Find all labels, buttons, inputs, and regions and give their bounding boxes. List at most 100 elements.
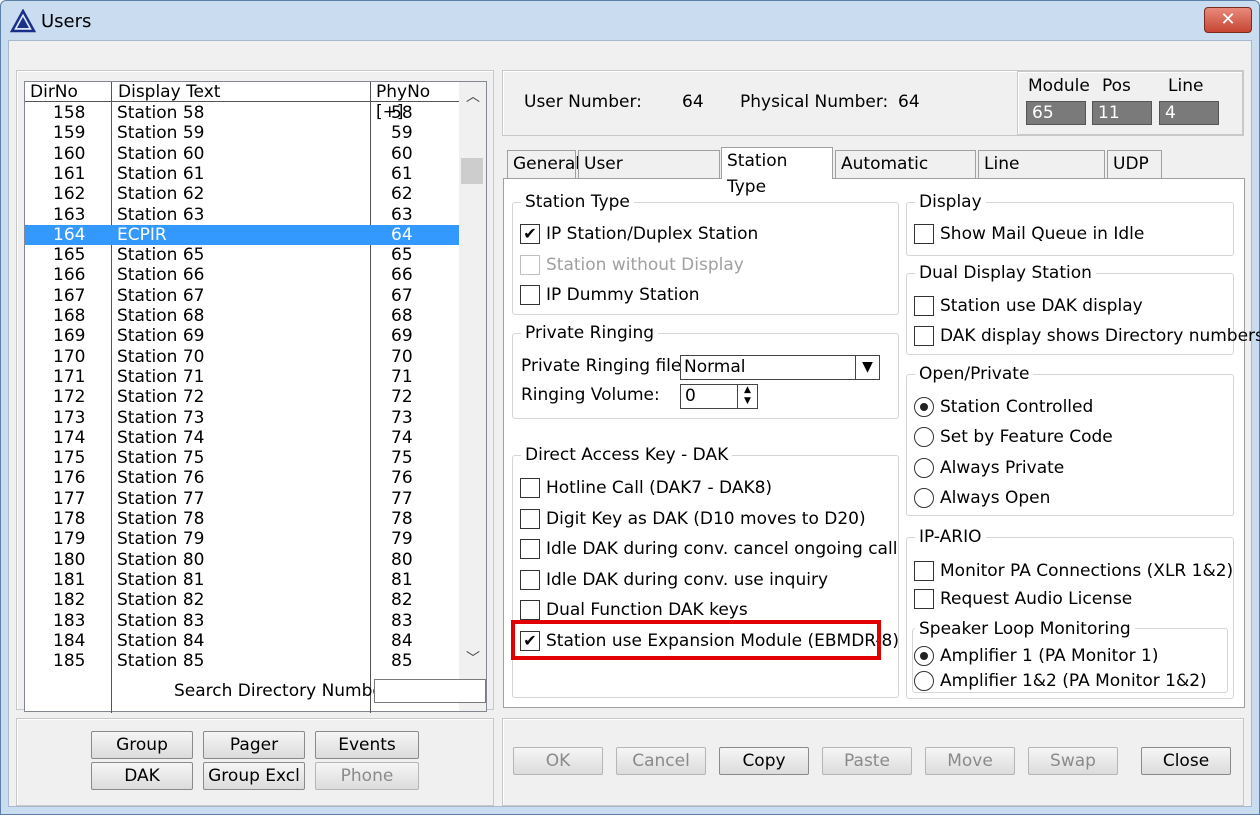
move-button[interactable]: Move (925, 747, 1015, 775)
tab-udp[interactable]: UDP (1107, 150, 1162, 178)
use-dak-display-checkbox[interactable] (914, 296, 934, 316)
ip-ario-title: IP-ARIO (915, 527, 986, 547)
ip-station-duplex-checkbox[interactable]: ✔ (520, 224, 540, 244)
list-item[interactable]: 165 Station 65 65 (25, 245, 459, 265)
list-item[interactable]: 168 Station 68 68 (25, 306, 459, 326)
tab-automatic-search[interactable]: Automatic Search (835, 150, 976, 200)
list-item[interactable]: 173 Station 73 73 (25, 408, 459, 428)
list-item[interactable]: 185 Station 85 85 (25, 651, 459, 671)
dirno-cell: 160 (53, 143, 86, 164)
monitor-pa-checkbox[interactable] (914, 561, 934, 581)
header-phyno[interactable]: PhyNo [+] (371, 82, 459, 122)
dak-option-checkbox[interactable] (520, 569, 540, 590)
copy-button[interactable]: Copy (719, 747, 809, 775)
physical-number-label: Physical Number: (740, 92, 889, 112)
list-item[interactable]: 182 Station 82 82 (25, 590, 459, 610)
list-item[interactable]: 158 Station 58 58 (25, 103, 459, 123)
tab-user-preferences[interactable]: User Preferences (578, 150, 720, 200)
user-list[interactable]: DirNo Display Text PhyNo [+] 158 Station … (24, 81, 487, 713)
group-button[interactable]: Group (91, 731, 193, 759)
dak-shows-dir-checkbox[interactable] (914, 326, 934, 346)
dak-option-checkbox[interactable] (520, 539, 540, 559)
speaker-loop-title: Speaker Loop Monitoring (915, 619, 1135, 639)
display-text-cell: Station 83 (117, 610, 205, 631)
dak-option-checkbox[interactable] (520, 478, 540, 498)
list-item[interactable]: 184 Station 84 84 (25, 631, 459, 651)
list-item[interactable]: 179 Station 79 79 (25, 529, 459, 549)
list-item[interactable]: 166 Station 66 66 (25, 265, 459, 285)
phyno-cell: 83 (391, 610, 413, 631)
dak-option-checkbox[interactable] (520, 508, 540, 529)
list-item[interactable]: 175 Station 75 75 (25, 448, 459, 468)
tab-general[interactable]: General (507, 150, 580, 178)
scroll-down-icon[interactable]: ﹀ (466, 648, 480, 668)
phone-button[interactable]: Phone (315, 762, 419, 790)
ringing-volume-spinner[interactable]: 0 ▲ ▼ (680, 384, 758, 409)
user-number-value: 64 (682, 92, 704, 112)
search-directory-input[interactable] (374, 679, 486, 703)
radio-label: Station Controlled (940, 397, 1094, 417)
list-item[interactable]: 161 Station 61 61 (25, 164, 459, 184)
dak-option-checkbox[interactable] (520, 600, 540, 620)
title-bar[interactable]: Users ✕ (1, 1, 1259, 43)
list-item[interactable]: 159 Station 59 59 (25, 123, 459, 143)
close-button[interactable]: Close (1141, 747, 1231, 775)
dirno-cell: 168 (53, 306, 86, 326)
paste-button[interactable]: Paste (822, 747, 912, 775)
dirno-cell: 176 (53, 468, 86, 489)
window-close-button[interactable]: ✕ (1204, 7, 1252, 33)
scroll-thumb[interactable] (461, 158, 483, 184)
group-excl-button[interactable]: Group Excl (203, 762, 305, 790)
list-item[interactable]: 167 Station 67 67 (25, 286, 459, 306)
list-item[interactable]: 174 Station 74 74 (25, 428, 459, 448)
list-item[interactable]: 178 Station 78 78 (25, 509, 459, 529)
list-item[interactable]: 164 ECPIR 64 (25, 224, 459, 246)
list-item[interactable]: 171 Station 71 71 (25, 367, 459, 387)
private-ringing-file-select[interactable]: Normal ▼ (680, 355, 880, 380)
scroll-up-icon[interactable]: ︿ (466, 86, 480, 106)
request-audio-checkbox[interactable] (914, 589, 934, 609)
display-title: Display (915, 192, 986, 212)
module-position-group: Module Pos Line 65 11 4 (1017, 71, 1243, 135)
pager-button[interactable]: Pager (203, 731, 305, 759)
list-item[interactable]: 183 Station 83 83 (25, 611, 459, 631)
list-item[interactable]: 169 Station 69 69 (25, 326, 459, 346)
ok-button[interactable]: OK (513, 747, 603, 775)
list-scrollbar[interactable]: ︿ ﹀ (459, 82, 486, 711)
list-item[interactable]: 172 Station 72 72 (25, 387, 459, 407)
radio-button[interactable] (914, 457, 934, 478)
cancel-button[interactable]: Cancel (616, 747, 706, 775)
phyno-cell: 70 (391, 346, 413, 367)
radio-dot-icon (920, 652, 928, 660)
dirno-cell: 161 (53, 163, 86, 184)
list-item[interactable]: 160 Station 60 60 (25, 144, 459, 164)
list-item[interactable]: 181 Station 81 81 (25, 570, 459, 590)
tab-station-type[interactable]: Station Type (721, 147, 833, 197)
header-dirno[interactable]: DirNo (25, 82, 78, 102)
display-text-cell: Station 63 (117, 204, 205, 225)
radio-button[interactable] (914, 487, 934, 508)
ip-dummy-station-checkbox[interactable] (520, 285, 540, 305)
list-item[interactable]: 162 Station 62 62 (25, 184, 459, 204)
dak-button[interactable]: DAK (91, 762, 193, 790)
station-without-display-checkbox[interactable] (520, 255, 540, 275)
radio-button[interactable] (914, 646, 934, 666)
list-item[interactable]: 170 Station 70 70 (25, 347, 459, 367)
show-mail-queue-checkbox[interactable] (914, 224, 934, 244)
radio-button[interactable] (914, 671, 934, 691)
list-item[interactable]: 176 Station 76 76 (25, 468, 459, 488)
swap-button[interactable]: Swap (1028, 747, 1118, 775)
dak-option-label: Idle DAK during conv. use inquiry (546, 569, 829, 590)
spinner-arrows-icon[interactable]: ▲ ▼ (737, 385, 757, 408)
tab-line-monitoring[interactable]: Line Monitoring (978, 150, 1105, 200)
list-item[interactable]: 163 Station 63 63 (25, 205, 459, 225)
events-button[interactable]: Events (315, 731, 419, 759)
list-item[interactable]: 177 Station 77 77 (25, 489, 459, 509)
header-display-text[interactable]: Display Text (113, 82, 220, 102)
phyno-cell: 63 (391, 204, 413, 225)
display-text-cell: Station 67 (117, 285, 205, 306)
list-item[interactable]: 180 Station 80 80 (25, 550, 459, 570)
dropdown-arrow-icon[interactable]: ▼ (855, 356, 879, 379)
radio-button[interactable] (914, 397, 934, 417)
phyno-cell: 60 (391, 143, 413, 164)
